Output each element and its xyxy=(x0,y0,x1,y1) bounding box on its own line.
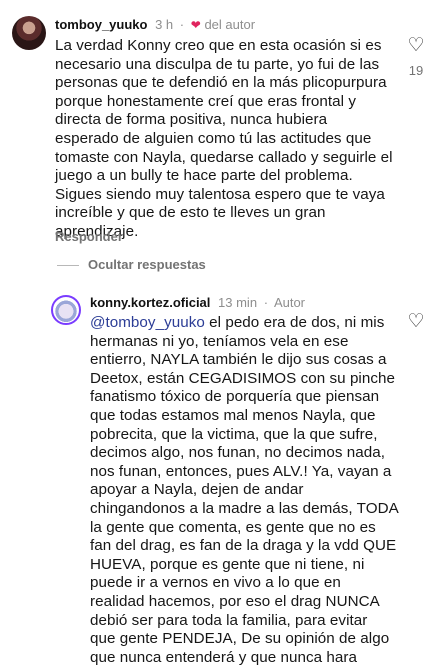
comment-text-line: apoyar a Nayla, dejen de andar xyxy=(90,481,304,499)
comment-text-line: chingandonos a la madre a las demás, TOD… xyxy=(90,499,399,517)
author-badge: Autor xyxy=(273,295,306,310)
comment-text-line: increíble y que de esto te lleves un gra… xyxy=(55,204,326,222)
timestamp: 13 min xyxy=(218,295,258,310)
author-badge: del autor xyxy=(204,17,256,32)
comment-text-line: Sigues siendo muy talentosa espero que t… xyxy=(55,185,385,203)
comment-text-line: esperado de alguien como tú las actitude… xyxy=(55,129,372,147)
comment-text-line: La verdad Konny creo que en esta ocasión… xyxy=(55,37,382,54)
comment-text-line: que gente PENDEJA, De su opinión de algo xyxy=(90,630,390,648)
hide-replies-button[interactable]: Ocultar respuestas xyxy=(57,257,206,272)
comment-text: La verdad Konny creo que en esta ocasión… xyxy=(55,37,393,242)
divider xyxy=(57,265,79,267)
like-button[interactable]: ♡ 19 xyxy=(404,36,428,79)
comment-text-line: la gente que comenta, es gente que no es xyxy=(90,518,376,536)
avatar[interactable] xyxy=(12,16,46,50)
like-count: 19 xyxy=(408,63,424,78)
comment-text-line: decimos algo, nos funan, no decimos nada… xyxy=(90,444,386,462)
username[interactable]: tomboy_yuuko xyxy=(55,17,147,32)
avatar[interactable] xyxy=(51,295,81,325)
comment-meta: tomboy_yuuko 3 h · ❤ del autor xyxy=(55,17,255,33)
comment-text-line: entierro, NAYLA también le dijo sus cosa… xyxy=(90,351,387,369)
like-button[interactable]: ♡ xyxy=(404,312,428,332)
separator: · xyxy=(179,17,185,32)
first-line-text: el pedo era de dos, ni mis xyxy=(204,314,385,331)
comment-text-line: realidad hacemos, por eso el drag NUNCA xyxy=(90,592,380,610)
comment-text-line: que todas estamos mal menos Nayla, que xyxy=(90,406,376,424)
mention-link[interactable]: @tomboy_yuuko xyxy=(90,314,205,331)
comment-text-line: necesario una disculpa de tu parte, yo f… xyxy=(55,55,380,73)
comment-text-line: que nunca entenderá y que nunca hara xyxy=(90,648,357,666)
comment-text-line: debió ser para toda la familia, para evi… xyxy=(90,611,368,629)
comment-text-line: directa de forma positiva, nunca hubiera xyxy=(55,111,328,129)
hide-replies-label: Ocultar respuestas xyxy=(88,257,206,272)
comment-text-line: personas que te defendió en la más plico… xyxy=(55,74,387,92)
heart-outline-icon[interactable]: ♡ xyxy=(404,312,428,332)
heart-filled-icon: ❤ xyxy=(190,18,201,32)
comment-meta: konny.kortez.oficial 13 min · Autor xyxy=(90,295,305,311)
comment-text-line: fan del drag, es fan de la draga y la vd… xyxy=(90,537,397,555)
comment-text-line: porque honestamente creí que eras fronta… xyxy=(55,92,357,110)
timestamp: 3 h xyxy=(155,17,174,32)
comment-text-line: tomaste con Nayla, quedarse callado y se… xyxy=(55,148,393,166)
comment-text: @tomboy_yuuko el pedo era de dos, ni mis… xyxy=(90,314,399,667)
comment-text-line: pobrecita, que la victima, que la que su… xyxy=(90,425,378,443)
comment-text-line: nos funan, entonces, pues ALV.! Ya, vaya… xyxy=(90,462,392,480)
comment-text-line: fanatismo tóxico de porquería que piensa… xyxy=(90,388,380,406)
reply-button[interactable]: Responder xyxy=(55,229,123,244)
comment-text-line: Deetox, están CEGADISIMOS con su pinche xyxy=(90,369,395,387)
separator: · xyxy=(263,295,269,310)
comment-text-line: HUEVA, porque es gente que ni tiene, ni xyxy=(90,555,365,573)
comment-text-line: hermanas ni yo, teníamos vela en ese xyxy=(90,332,349,350)
first-line: @tomboy_yuuko el pedo era de dos, ni mis xyxy=(90,314,399,333)
username[interactable]: konny.kortez.oficial xyxy=(90,295,210,310)
comment-text-line: juego a un bully te hace parte del probl… xyxy=(55,167,353,185)
heart-outline-icon[interactable]: ♡ xyxy=(404,36,428,56)
comment-text-line: puede ir a vernos en vivo a lo que en xyxy=(90,574,341,592)
